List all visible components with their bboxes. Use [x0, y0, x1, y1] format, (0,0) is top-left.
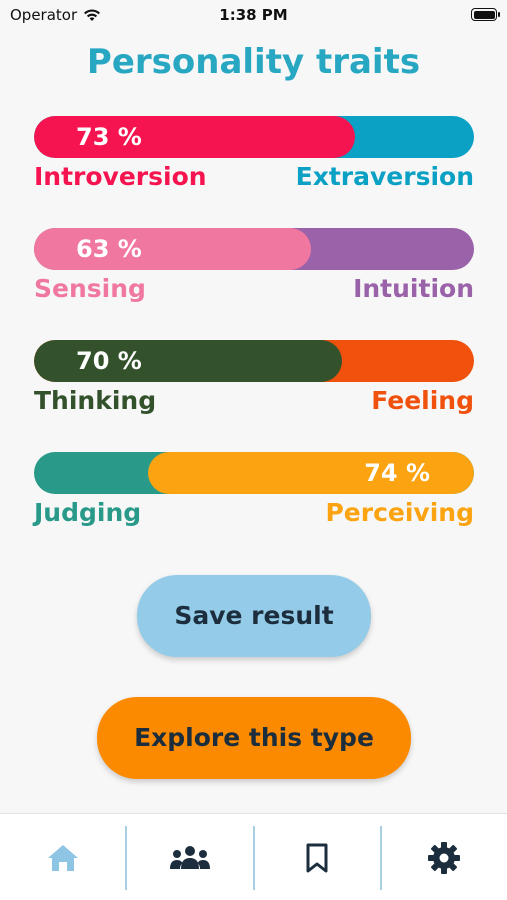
explore-type-button[interactable]: Explore this type [97, 697, 411, 779]
trait-percent: 74 % [364, 459, 430, 487]
page-title: Personality traits [86, 42, 421, 82]
battery-icon [471, 8, 500, 21]
people-icon [169, 846, 210, 869]
trait-sensing-intuition: 63 % Sensing Intuition [34, 228, 474, 308]
trait-bar: 74 % [34, 452, 474, 494]
gear-icon [428, 842, 461, 874]
tab-bookmark[interactable] [255, 826, 382, 890]
trait-right-label: Perceiving [325, 498, 474, 527]
trait-percent: 73 % [76, 123, 142, 151]
trait-bar: 63 % [34, 228, 474, 270]
trait-thinking-feeling: 70 % Thinking Feeling [34, 340, 474, 420]
trait-right-label: Intuition [353, 274, 474, 303]
trait-left-label: Thinking [34, 386, 157, 415]
trait-right-label: Extraversion [295, 162, 474, 191]
trait-bar: 73 % [34, 116, 474, 158]
trait-percent: 70 % [76, 347, 142, 375]
trait-judging-perceiving: 74 % Judging Perceiving [34, 452, 474, 532]
save-result-button[interactable]: Save result [137, 575, 371, 657]
trait-right-label: Feeling [371, 386, 474, 415]
status-time: 1:38 PM [219, 6, 288, 24]
trait-left-label: Introversion [34, 162, 207, 191]
tab-home[interactable] [0, 826, 128, 890]
tab-people[interactable] [127, 826, 255, 890]
trait-introversion-extraversion: 73 % Introversion Extraversion [34, 116, 474, 196]
trait-percent: 63 % [76, 235, 142, 263]
home-icon [47, 845, 78, 871]
trait-bar: 70 % [34, 340, 474, 382]
trait-left-label: Judging [34, 498, 142, 527]
trait-left-label: Sensing [34, 274, 146, 303]
status-bar: Operator 1:38 PM [0, 0, 507, 32]
tab-bar [0, 813, 507, 900]
bookmark-icon [306, 843, 328, 873]
tab-settings[interactable] [382, 826, 507, 890]
